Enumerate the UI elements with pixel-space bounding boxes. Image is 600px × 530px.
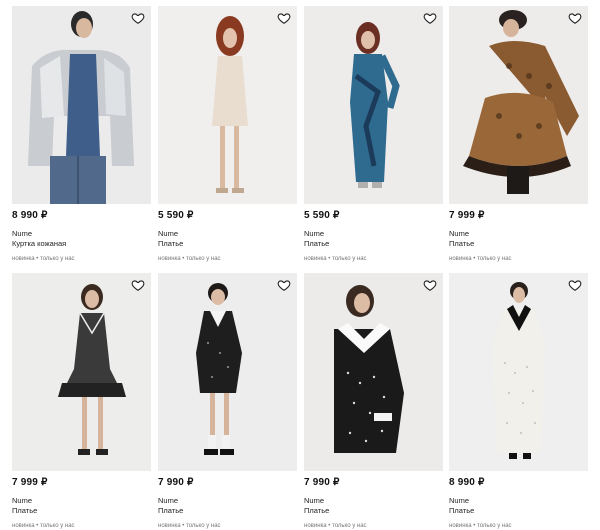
product-image[interactable] — [449, 273, 588, 471]
product-price: 5 590 ₽ — [158, 210, 194, 221]
product-brand[interactable]: Nume — [158, 229, 297, 239]
product-tags: новинка • только у нас — [158, 523, 221, 529]
product-brand[interactable]: Nume — [449, 229, 588, 239]
product-image[interactable] — [304, 6, 443, 204]
product-price: 8 990 ₽ — [449, 477, 485, 488]
product-tags: новинка • только у нас — [449, 256, 512, 262]
product-card[interactable]: 7 999 ₽ Nume Платье новинка • только у н… — [449, 6, 588, 263]
product-image[interactable] — [12, 6, 151, 204]
product-brand[interactable]: Nume — [12, 496, 151, 506]
product-name[interactable]: Платье — [449, 239, 588, 249]
product-name[interactable]: Платье — [12, 506, 151, 516]
product-card[interactable]: 7 990 ₽ Nume Платье новинка • только у н… — [158, 273, 297, 530]
favorite-heart-icon[interactable] — [423, 11, 437, 25]
product-price: 7 999 ₽ — [449, 210, 485, 221]
product-card[interactable]: 7 990 ₽ Nume Платье новинка • только у н… — [304, 273, 443, 530]
favorite-heart-icon[interactable] — [568, 278, 582, 292]
product-card[interactable]: 7 999 ₽ Nume Платье новинка • только у н… — [12, 273, 151, 530]
product-brand[interactable]: Nume — [304, 229, 443, 239]
product-price: 7 990 ₽ — [158, 477, 194, 488]
product-card[interactable]: 5 590 ₽ Nume Платье новинка • только у н… — [304, 6, 443, 263]
product-name[interactable]: Платье — [449, 506, 588, 516]
product-image[interactable] — [158, 6, 297, 204]
product-card[interactable]: 8 990 ₽ Nume Куртка кожаная новинка • то… — [12, 6, 151, 263]
product-name[interactable]: Платье — [158, 239, 297, 249]
product-brand[interactable]: Nume — [158, 496, 297, 506]
product-grid: 8 990 ₽ Nume Куртка кожаная новинка • то… — [0, 0, 600, 530]
favorite-heart-icon[interactable] — [423, 278, 437, 292]
product-tags: новинка • только у нас — [304, 523, 367, 529]
product-image[interactable] — [158, 273, 297, 471]
product-card[interactable]: 5 590 ₽ Nume Платье новинка • только у н… — [158, 6, 297, 263]
product-brand[interactable]: Nume — [304, 496, 443, 506]
product-brand[interactable]: Nume — [12, 229, 151, 239]
product-price: 7 990 ₽ — [304, 477, 340, 488]
favorite-heart-icon[interactable] — [131, 278, 145, 292]
product-name[interactable]: Платье — [304, 239, 443, 249]
product-tags: новинка • только у нас — [449, 523, 512, 529]
product-name[interactable]: Платье — [304, 506, 443, 516]
product-image[interactable] — [449, 6, 588, 204]
product-card[interactable]: 8 990 ₽ Nume Платье новинка • только у н… — [449, 273, 588, 530]
product-image[interactable] — [12, 273, 151, 471]
product-price: 5 590 ₽ — [304, 210, 340, 221]
favorite-heart-icon[interactable] — [568, 11, 582, 25]
favorite-heart-icon[interactable] — [277, 11, 291, 25]
product-tags: новинка • только у нас — [12, 523, 75, 529]
product-image[interactable] — [304, 273, 443, 471]
product-tags: новинка • только у нас — [12, 256, 75, 262]
product-price: 7 999 ₽ — [12, 477, 48, 488]
product-brand[interactable]: Nume — [449, 496, 588, 506]
product-name[interactable]: Куртка кожаная — [12, 239, 151, 249]
product-price: 8 990 ₽ — [12, 210, 48, 221]
product-tags: новинка • только у нас — [158, 256, 221, 262]
favorite-heart-icon[interactable] — [277, 278, 291, 292]
product-name[interactable]: Платье — [158, 506, 297, 516]
product-tags: новинка • только у нас — [304, 256, 367, 262]
favorite-heart-icon[interactable] — [131, 11, 145, 25]
